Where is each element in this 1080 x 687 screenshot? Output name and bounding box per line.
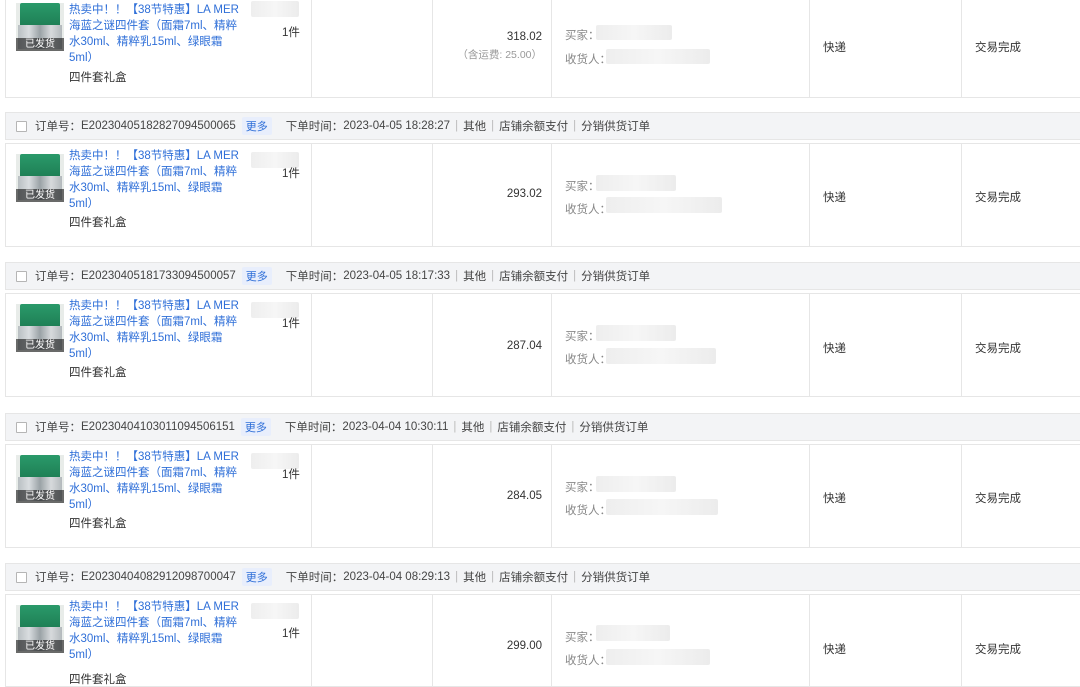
delivery-method: 快递: [823, 192, 846, 204]
buyer-label: 买家：: [565, 632, 600, 644]
order-body: 已发货 热卖中！！【38节特惠】LA MER海蓝之谜四件套（面霜7ml、精粹水3…: [5, 594, 1080, 687]
order-time: 2023-04-04 10:30:11: [342, 421, 449, 433]
shipping-fee-note: （含运费: 25.00）: [457, 49, 542, 61]
payment-method: 店铺余额支付: [499, 271, 569, 283]
order-number-label: 订单号：: [35, 422, 81, 434]
order-header: 订单号： E20230404103011094506151 更多 下单时间： 2…: [5, 413, 1080, 441]
order-status: 交易完成: [975, 493, 1021, 505]
product-title-link[interactable]: 热卖中！！【38节特惠】LA MER海蓝之谜四件套（面霜7ml、精粹水30ml、…: [69, 449, 241, 513]
receiver-label: 收货人：: [565, 204, 611, 216]
order-type: 分销供货订单: [579, 422, 649, 434]
delivery-method: 快递: [823, 644, 846, 656]
product-spec: 四件套礼盒: [69, 367, 127, 379]
more-button[interactable]: 更多: [241, 568, 272, 586]
shipped-badge: 已发货: [16, 189, 64, 202]
delivery-method: 快递: [823, 343, 846, 355]
buyer-label: 买家：: [565, 482, 600, 494]
order-status: 交易完成: [975, 644, 1021, 656]
more-button[interactable]: 更多: [240, 418, 271, 436]
order-number: E20230405181733094500057: [81, 270, 236, 282]
quantity: 1件: [282, 318, 300, 330]
order-time-label: 下单时间：: [284, 422, 343, 434]
order-channel: 其他: [463, 572, 487, 584]
order-time-label: 下单时间：: [285, 271, 344, 283]
delivery-method: 快递: [823, 42, 846, 54]
product-thumbnail[interactable]: 已发货: [16, 455, 64, 503]
order-number-label: 订单号：: [35, 121, 81, 133]
order-type: 分销供货订单: [581, 271, 651, 283]
shipped-badge: 已发货: [16, 339, 64, 352]
order-type: 分销供货订单: [581, 572, 651, 584]
buyer-label: 买家：: [565, 30, 600, 42]
buyer-label: 买家：: [565, 331, 600, 343]
order-type: 分销供货订单: [581, 121, 651, 133]
payment-method: 店铺余额支付: [499, 572, 569, 584]
delivery-method: 快递: [823, 493, 846, 505]
order-time: 2023-04-04 08:29:13: [343, 571, 451, 583]
order-body: 已发货 热卖中！！【38节特惠】LA MER海蓝之谜四件套（面霜7ml、精粹水3…: [5, 293, 1080, 397]
order-body: 已发货 热卖中！！【38节特惠】LA MER海蓝之谜四件套（面霜7ml、精粹水3…: [5, 0, 1080, 98]
order-number-label: 订单号：: [35, 271, 81, 283]
quantity: 1件: [282, 27, 300, 39]
order-select-checkbox[interactable]: [16, 421, 27, 433]
quantity: 1件: [282, 469, 300, 481]
order-price: 293.02: [506, 188, 542, 200]
quantity: 1件: [282, 628, 300, 640]
product-spec: 四件套礼盒: [69, 217, 127, 229]
order-select-checkbox[interactable]: [16, 270, 27, 282]
order-body: 已发货 热卖中！！【38节特惠】LA MER海蓝之谜四件套（面霜7ml、精粹水3…: [5, 444, 1080, 548]
product-thumbnail[interactable]: 已发货: [16, 605, 64, 653]
order-time-label: 下单时间：: [285, 121, 344, 133]
order-time: 2023-04-05 18:28:27: [343, 120, 451, 132]
product-title-link[interactable]: 热卖中！！【38节特惠】LA MER海蓝之谜四件套（面霜7ml、精粹水30ml、…: [69, 148, 241, 212]
product-title-link[interactable]: 热卖中！！【38节特惠】LA MER海蓝之谜四件套（面霜7ml、精粹水30ml、…: [69, 2, 241, 66]
order-body: 已发货 热卖中！！【38节特惠】LA MER海蓝之谜四件套（面霜7ml、精粹水3…: [5, 143, 1080, 247]
shipped-badge: 已发货: [16, 38, 64, 51]
order-price: 299.00: [506, 640, 542, 652]
order-status: 交易完成: [975, 343, 1021, 355]
order-channel: 其他: [461, 422, 485, 434]
order-time: 2023-04-05 18:17:33: [343, 270, 451, 282]
shipped-badge: 已发货: [16, 490, 64, 503]
quantity: 1件: [282, 168, 300, 180]
order-channel: 其他: [463, 121, 487, 133]
order-number: E20230404103011094506151: [81, 421, 235, 433]
buyer-label: 买家：: [565, 181, 600, 193]
more-button[interactable]: 更多: [241, 267, 272, 285]
product-thumbnail[interactable]: 已发货: [16, 3, 64, 51]
product-spec: 四件套礼盒: [69, 518, 127, 530]
order-header: 订单号： E20230404082912098700047 更多 下单时间： 2…: [5, 563, 1080, 591]
product-title-link[interactable]: 热卖中！！【38节特惠】LA MER海蓝之谜四件套（面霜7ml、精粹水30ml、…: [69, 298, 241, 362]
product-spec: 四件套礼盒: [69, 674, 127, 686]
receiver-label: 收货人：: [565, 505, 611, 517]
receiver-label: 收货人：: [565, 655, 611, 667]
order-status: 交易完成: [975, 192, 1021, 204]
product-thumbnail[interactable]: 已发货: [16, 154, 64, 202]
payment-method: 店铺余额支付: [499, 121, 569, 133]
order-time-label: 下单时间：: [285, 572, 344, 584]
order-number: E20230405182827094500065: [81, 120, 236, 132]
product-title-link[interactable]: 热卖中！！【38节特惠】LA MER海蓝之谜四件套（面霜7ml、精粹水30ml、…: [69, 599, 241, 663]
order-channel: 其他: [463, 271, 487, 283]
order-header: 订单号： E20230405182827094500065 更多 下单时间： 2…: [5, 112, 1080, 140]
payment-method: 店铺余额支付: [497, 422, 567, 434]
order-status: 交易完成: [975, 42, 1021, 54]
product-thumbnail[interactable]: 已发货: [16, 304, 64, 352]
receiver-label: 收货人：: [565, 54, 611, 66]
order-number: E20230404082912098700047: [81, 571, 236, 583]
more-button[interactable]: 更多: [241, 117, 272, 135]
shipped-badge: 已发货: [16, 640, 64, 653]
order-price: 284.05: [506, 490, 542, 502]
order-select-checkbox[interactable]: [16, 571, 27, 583]
receiver-label: 收货人：: [565, 354, 611, 366]
order-price: 287.04: [506, 340, 542, 352]
product-spec: 四件套礼盒: [69, 72, 127, 84]
order-header: 订单号： E20230405181733094500057 更多 下单时间： 2…: [5, 262, 1080, 290]
order-price: 318.02: [506, 31, 542, 43]
order-number-label: 订单号：: [35, 572, 81, 584]
order-select-checkbox[interactable]: [16, 120, 27, 132]
